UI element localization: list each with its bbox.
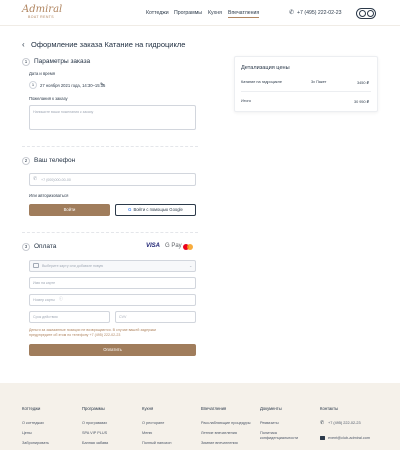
card-select[interactable]: Выберите карту или добавьте новую ⌄ <box>29 260 196 272</box>
footer-email[interactable]: event@club-admiral.com <box>328 436 370 440</box>
date-value: 27 ноября 2021 года, 14:30–15:15 <box>40 83 106 88</box>
divider <box>22 232 198 233</box>
nav-item-impressions[interactable]: Впечатления <box>228 10 260 18</box>
expiry-placeholder: Срок действия <box>33 315 58 319</box>
site-footer: Коттеджи О коттеджах Цены Забронировать … <box>0 383 400 450</box>
info-icon: ⓘ <box>59 297 63 301</box>
footer-link[interactable]: О программах <box>82 421 107 425</box>
edit-pencil-icon[interactable]: ✎ <box>100 82 104 88</box>
card-name-placeholder: Имя на карте <box>33 281 56 285</box>
or-login-text: Или авторизоваться <box>29 193 69 198</box>
guest-count: 1 <box>29 81 37 89</box>
logo[interactable]: Admiral <box>22 4 62 15</box>
footer-phone[interactable]: +7 (495) 222-02-23 <box>328 421 361 425</box>
account-menu-button[interactable] <box>356 8 376 19</box>
visa-logo: VISA <box>146 243 161 249</box>
divider <box>22 146 198 147</box>
footer-link[interactable]: О коттеджах <box>22 421 44 425</box>
card-number-placeholder: Номер карты <box>33 298 55 302</box>
footer-link[interactable]: Расслабляющие процедуры <box>201 421 251 425</box>
google-login-button[interactable]: G Войти с помощью Google <box>115 204 196 216</box>
footer-link[interactable]: Банная забава <box>82 441 108 445</box>
credit-card-icon <box>33 263 39 268</box>
login-button[interactable]: Войти <box>29 204 110 216</box>
card-name-input[interactable]: Имя на карте <box>29 277 196 289</box>
footer-link[interactable]: О ресторане <box>142 421 164 425</box>
section-title-phone: Ваш телефон <box>34 157 76 164</box>
footer-col-title[interactable]: Впечатления <box>201 406 226 411</box>
card-select-placeholder: Выберите карту или добавьте новую <box>42 264 104 268</box>
footer-link[interactable]: Забронировать <box>22 441 49 445</box>
cvv-placeholder: CVV <box>119 315 127 319</box>
footer-col-title[interactable]: Контакты <box>320 406 338 411</box>
cvv-input[interactable]: CVV <box>115 311 196 323</box>
pay-button[interactable]: Оплатить <box>29 344 196 356</box>
footer-col-title[interactable]: Кухня <box>142 406 153 411</box>
total-label: Итого <box>241 99 251 103</box>
price-item-amount: 3450 ₽ <box>357 81 369 85</box>
card-number-input[interactable]: Номер карты ⓘ <box>29 294 196 306</box>
nav-item-kitchen[interactable]: Кухня <box>208 10 222 16</box>
section-number: 3 <box>22 243 30 251</box>
section-title-order-params: Параметры заказа <box>34 58 91 65</box>
menu-icon <box>359 10 366 17</box>
section-number: 2 <box>22 157 30 165</box>
price-item-name: Катание на гидроцикле <box>241 80 282 84</box>
footer-link[interactable]: Политика конфиденциальности <box>260 431 312 441</box>
page-title: Оформление заказа Катание на гидроцикле <box>31 40 186 49</box>
price-card-title: Детализация цены <box>241 65 290 71</box>
refund-notice: Деньги за заказанные позиции не возвраща… <box>29 328 179 338</box>
footer-col-title[interactable]: Документы <box>260 406 282 411</box>
expiry-input[interactable]: Срок действия <box>29 311 110 323</box>
nav-item-programs[interactable]: Программы <box>174 10 202 16</box>
mastercard-logo <box>183 244 193 250</box>
google-icon: G <box>128 207 132 212</box>
phone-icon: ✆ <box>289 10 295 16</box>
phone-input[interactable]: ✆ +7 (000)000-00-00 <box>29 173 196 186</box>
user-icon <box>367 10 374 17</box>
total-value: 30 950 ₽ <box>354 100 370 104</box>
section-title-payment: Оплата <box>34 243 57 250</box>
google-pay-logo: G Pay <box>165 243 182 249</box>
phone-icon: ✆ <box>33 176 38 182</box>
footer-col-title[interactable]: Программы <box>82 406 105 411</box>
wishes-placeholder: Напишите ваши пожелания к заказу <box>33 110 94 114</box>
phone-placeholder: +7 (000)000-00-00 <box>41 178 71 182</box>
footer-link[interactable]: Полный пансион <box>142 441 171 445</box>
mail-icon <box>320 436 325 440</box>
google-login-label: Войти с помощью Google <box>133 207 183 212</box>
footer-link[interactable]: Летние впечатления <box>201 431 237 435</box>
nav-item-cottages[interactable]: Коттеджи <box>146 10 169 16</box>
site-header: Admiral BOAT RENTS Коттеджи Программы Ку… <box>0 0 400 26</box>
back-arrow-icon[interactable]: ‹ <box>22 40 25 49</box>
header-phone[interactable]: +7 (495) 222-02-23 <box>297 10 342 16</box>
date-label: Дата и время <box>29 71 55 76</box>
price-item-duration: 3x Пакет <box>311 80 327 84</box>
footer-link[interactable]: SPA VIP PLUS <box>82 431 107 435</box>
footer-link[interactable]: Реквизиты <box>260 421 279 425</box>
wishes-textarea[interactable]: Напишите ваши пожелания к заказу <box>29 105 196 130</box>
wishes-label: Пожелания к заказу <box>29 96 68 101</box>
footer-link[interactable]: Зимние впечатления <box>201 441 238 445</box>
footer-link[interactable]: Цены <box>22 431 32 435</box>
chevron-down-icon: ⌄ <box>189 263 193 268</box>
logo-subtitle: BOAT RENTS <box>28 15 55 19</box>
footer-col-title[interactable]: Коттеджи <box>22 406 40 411</box>
footer-link[interactable]: Меню <box>142 431 152 435</box>
price-divider <box>241 91 371 92</box>
phone-icon: ✆ <box>320 420 325 426</box>
section-number: 1 <box>22 58 30 66</box>
refund-notice-phone[interactable]: +7 (495) 222-02-23 <box>89 333 120 337</box>
